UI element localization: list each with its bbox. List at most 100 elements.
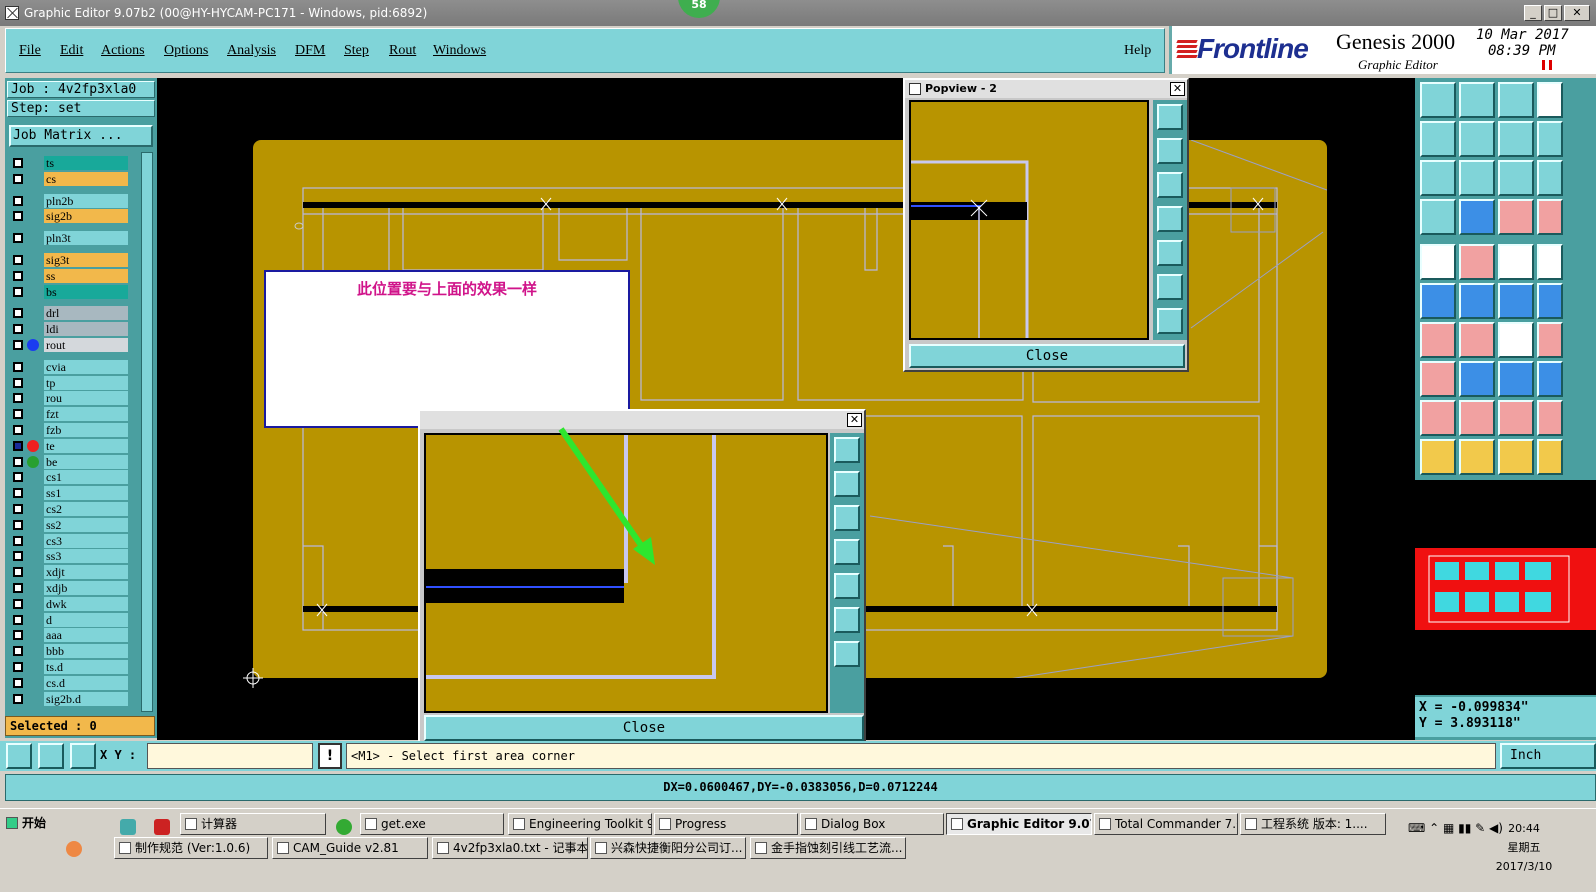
- menu-options[interactable]: Options: [164, 43, 208, 59]
- menu-help[interactable]: Help: [1124, 43, 1151, 59]
- tool-button-icon[interactable]: [1537, 121, 1563, 157]
- layer-name[interactable]: ldi: [44, 322, 128, 337]
- tool-button-icon[interactable]: [1537, 400, 1563, 436]
- tool-button-icon[interactable]: [1498, 283, 1534, 319]
- warning-button[interactable]: !: [318, 743, 342, 769]
- grid-icon[interactable]: [70, 743, 96, 769]
- layer-checkbox[interactable]: [13, 567, 23, 578]
- layer-row[interactable]: rout: [10, 338, 128, 352]
- layer-name[interactable]: ss2: [44, 517, 128, 532]
- menu-windows[interactable]: Windows: [433, 43, 486, 59]
- tool-button-icon[interactable]: [1459, 160, 1495, 196]
- tool-button-icon[interactable]: [1420, 199, 1456, 235]
- layer-checkbox[interactable]: [13, 472, 23, 483]
- layer-row[interactable]: drl: [10, 306, 128, 321]
- taskbar-item[interactable]: Graphic Editor 9.07...: [946, 813, 1092, 835]
- layer-name[interactable]: bs: [44, 284, 128, 299]
- menu-analysis[interactable]: Analysis: [227, 43, 276, 59]
- popview-2-close-button[interactable]: Close: [909, 344, 1185, 368]
- layer-row[interactable]: fzb: [10, 423, 128, 437]
- pan-down-icon[interactable]: [834, 505, 860, 531]
- popview-1-close-icon[interactable]: ✕: [847, 413, 862, 427]
- layer-checkbox[interactable]: [13, 630, 23, 641]
- popview-2-view[interactable]: [909, 100, 1149, 340]
- tool-button-icon[interactable]: [1459, 283, 1495, 319]
- menu-dfm[interactable]: DFM: [295, 43, 325, 59]
- layer-checkbox[interactable]: [13, 504, 23, 514]
- layer-checkbox[interactable]: [13, 551, 23, 562]
- layer-name[interactable]: ss1: [44, 486, 128, 501]
- layer-checkbox[interactable]: [13, 361, 23, 372]
- tool-button-icon[interactable]: [1498, 244, 1534, 280]
- layer-row[interactable]: bs: [10, 284, 128, 299]
- tool-button-icon[interactable]: [1537, 199, 1563, 235]
- menu-step[interactable]: Step: [344, 43, 369, 59]
- unit-selector[interactable]: Inch: [1500, 743, 1596, 769]
- layer-row[interactable]: dwk: [10, 596, 128, 611]
- tool-button-icon[interactable]: [1459, 199, 1495, 235]
- layer-row[interactable]: fzt: [10, 407, 128, 422]
- layer-checkbox[interactable]: [13, 598, 23, 609]
- minimize-button[interactable]: _: [1524, 5, 1542, 21]
- tool-button-icon[interactable]: [1537, 160, 1563, 196]
- layer-row[interactable]: aaa: [10, 628, 128, 643]
- tool-button-icon[interactable]: [1420, 160, 1456, 196]
- tool-button-icon[interactable]: [1498, 199, 1534, 235]
- taskbar-item[interactable]: Engineering Toolkit 9....: [508, 813, 652, 835]
- layer-checkbox[interactable]: [13, 409, 23, 420]
- layer-row[interactable]: bbb: [10, 644, 128, 659]
- layer-name[interactable]: sig3t: [44, 253, 128, 267]
- layer-row[interactable]: ts: [10, 156, 128, 170]
- tray-icons[interactable]: ⌨ ⌃ ▦ ▮▮ ✎ ◀): [1408, 821, 1503, 835]
- layer-row[interactable]: be: [10, 454, 128, 469]
- tool-button-icon[interactable]: [1420, 439, 1456, 475]
- tool-button-icon[interactable]: [1537, 439, 1563, 475]
- layer-name[interactable]: rou: [44, 391, 128, 406]
- tool-button-icon[interactable]: [1459, 244, 1495, 280]
- layer-row[interactable]: sig3t: [10, 253, 128, 267]
- layer-checkbox[interactable]: [13, 519, 23, 530]
- pan-up-icon[interactable]: [834, 471, 860, 497]
- pause-icon[interactable]: [1542, 60, 1552, 70]
- tool-button-icon[interactable]: [1537, 283, 1563, 319]
- overview-preview[interactable]: [1415, 480, 1596, 695]
- pan-left-icon[interactable]: [1157, 206, 1183, 232]
- layer-name[interactable]: ts: [44, 156, 128, 170]
- pan-down-icon[interactable]: [1157, 172, 1183, 198]
- layer-name[interactable]: cs3: [44, 533, 128, 548]
- menu-actions[interactable]: Actions: [101, 43, 145, 59]
- tool-button-icon[interactable]: [1498, 361, 1534, 397]
- layer-name[interactable]: ss: [44, 268, 128, 283]
- taskbar-item[interactable]: 兴森快捷衡阳分公司订...: [590, 837, 746, 859]
- layer-name[interactable]: bbb: [44, 644, 128, 659]
- colors-icon[interactable]: [66, 841, 82, 857]
- layer-checkbox[interactable]: [13, 377, 23, 388]
- layer-row[interactable]: d: [10, 612, 128, 627]
- tool-button-icon[interactable]: [1420, 244, 1456, 280]
- tool-button-icon[interactable]: [1537, 82, 1563, 118]
- layer-row[interactable]: sig2b.d: [10, 691, 128, 706]
- layer-checkbox[interactable]: [13, 488, 23, 499]
- layer-checkbox[interactable]: [13, 425, 23, 435]
- tray-clock[interactable]: 20:44 星期五 2017/3/10: [1492, 819, 1556, 876]
- taskbar-item[interactable]: CAM_Guide v2.81: [272, 837, 428, 859]
- layer-row[interactable]: pln2b: [10, 193, 128, 208]
- tool-button-icon[interactable]: [1420, 400, 1456, 436]
- layer-checkbox[interactable]: [13, 646, 23, 657]
- ie-icon[interactable]: [336, 819, 352, 835]
- layer-checkbox[interactable]: [13, 233, 23, 244]
- taskbar-item[interactable]: 4v2fp3xla0.txt - 记事本: [432, 837, 588, 859]
- taskbar-item[interactable]: 金手指蚀刻引线工艺流...: [750, 837, 906, 859]
- menu-edit[interactable]: Edit: [60, 43, 83, 59]
- layer-name[interactable]: fzb: [44, 423, 128, 437]
- tool-button-icon[interactable]: [1498, 160, 1534, 196]
- layer-checkbox[interactable]: [13, 324, 23, 335]
- layer-checkbox[interactable]: [13, 308, 23, 319]
- pan-right-icon[interactable]: [1157, 240, 1183, 266]
- layer-checkbox[interactable]: [13, 286, 23, 297]
- layer-checkbox[interactable]: [13, 211, 23, 222]
- tool-button-icon[interactable]: [1459, 361, 1495, 397]
- taskbar-item[interactable]: Dialog Box: [800, 813, 944, 835]
- taskbar-item[interactable]: Progress: [654, 813, 798, 835]
- layer-name[interactable]: cvia: [44, 359, 128, 374]
